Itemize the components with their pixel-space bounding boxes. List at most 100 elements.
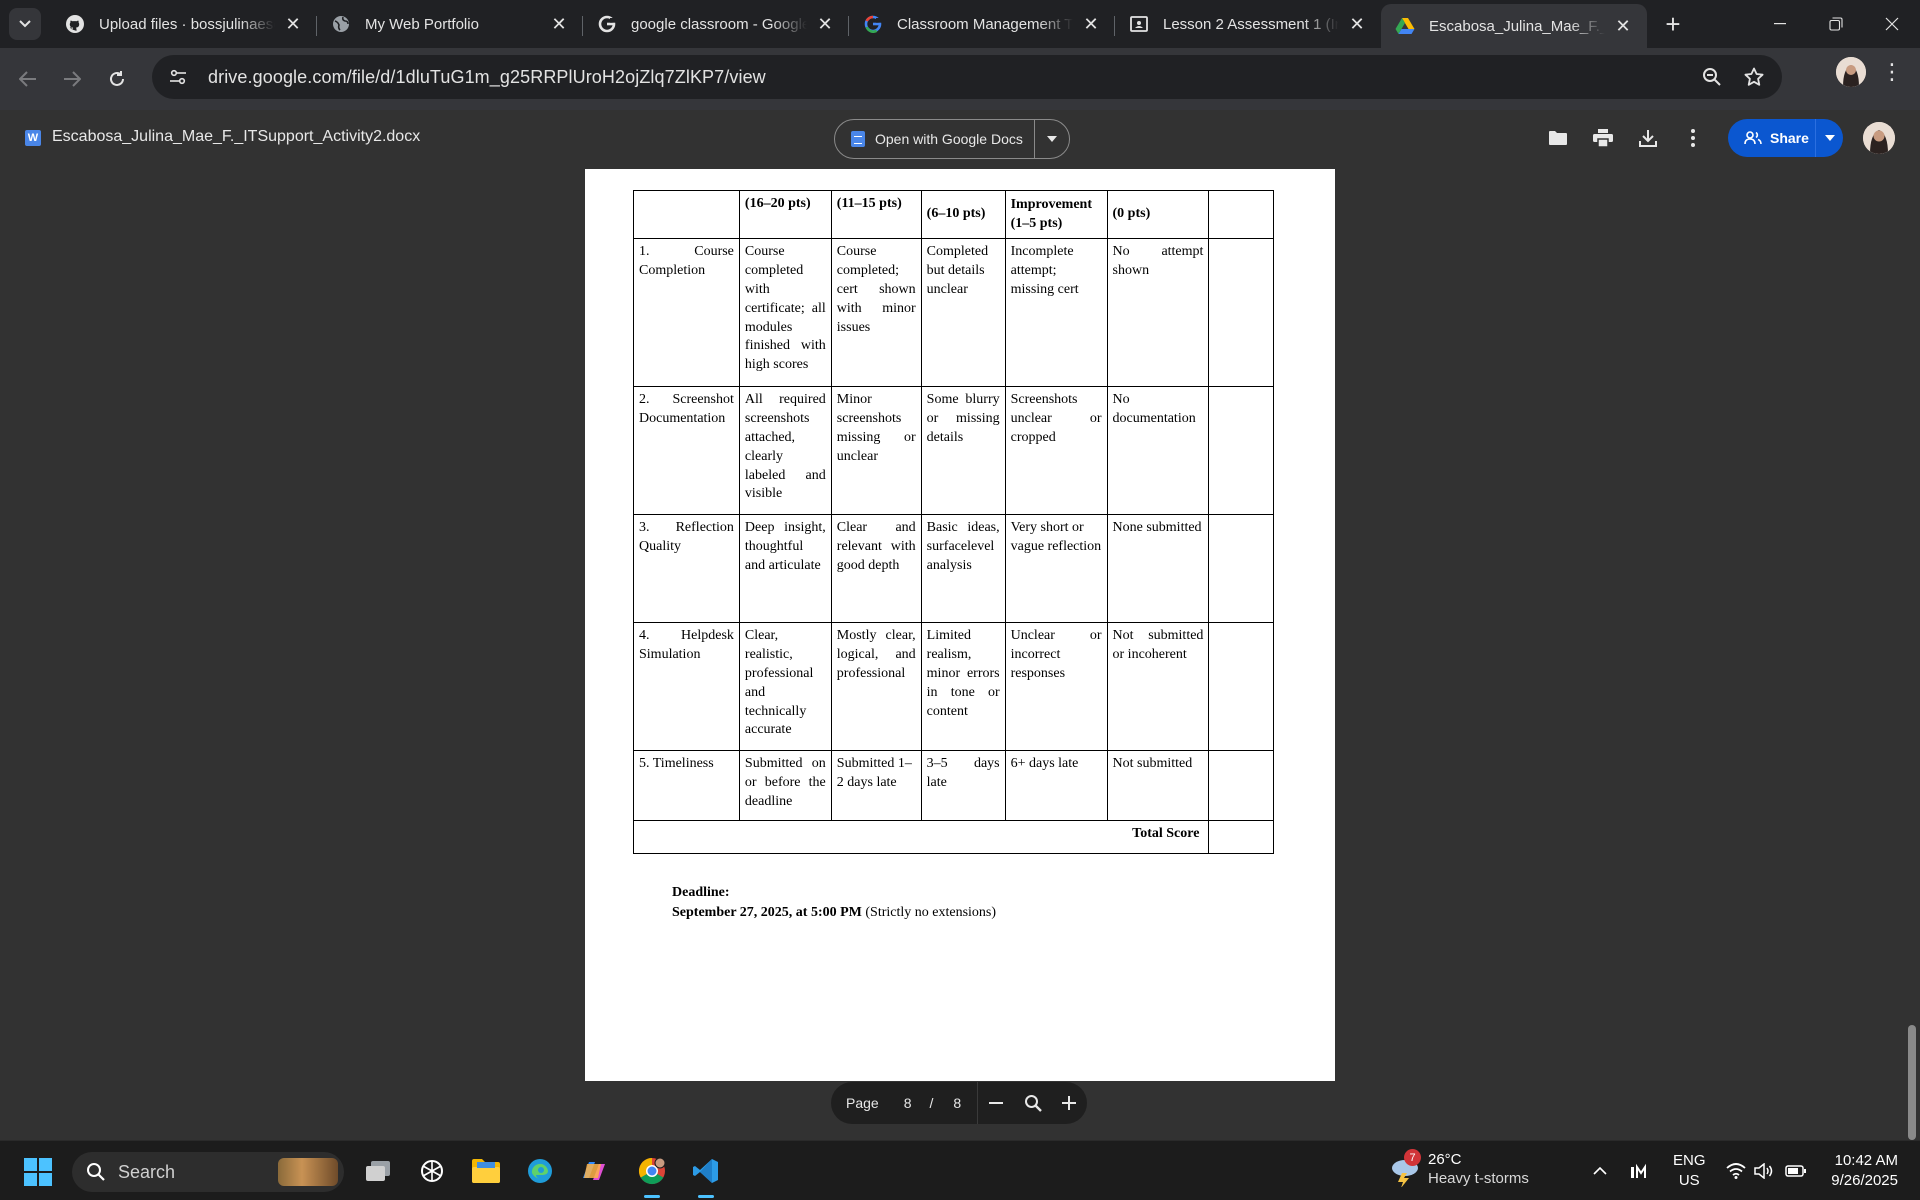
close-icon[interactable]: ✕ xyxy=(1081,14,1101,34)
tab-lesson-assessment[interactable]: Lesson 2 Assessment 1 (Ind ✕ xyxy=(1115,4,1381,44)
total-score-label: Total Score xyxy=(632,820,1210,854)
more-actions-icon[interactable] xyxy=(1673,118,1713,158)
close-window-icon[interactable] xyxy=(1864,0,1920,48)
open-with-button[interactable]: Open with Google Docs xyxy=(834,119,1070,159)
tab-classroom-management[interactable]: Classroom Management To ✕ xyxy=(849,4,1115,44)
language-indicator[interactable]: ENG US xyxy=(1673,1151,1706,1190)
site-info-icon[interactable] xyxy=(160,59,196,95)
edge-icon[interactable] xyxy=(522,1153,558,1189)
score-cell xyxy=(1208,750,1274,821)
tab-title: Lesson 2 Assessment 1 (Ind xyxy=(1163,15,1339,33)
close-icon[interactable]: ✕ xyxy=(283,14,303,34)
rubric-cell: No documentation xyxy=(1106,386,1210,515)
restore-icon[interactable] xyxy=(1808,0,1864,48)
current-page[interactable]: 8 xyxy=(904,1095,912,1111)
taskbar-search[interactable]: Search xyxy=(72,1152,344,1192)
zoom-out-button[interactable] xyxy=(978,1084,1014,1122)
share-dropdown[interactable] xyxy=(1816,135,1843,141)
rubric-cell: Limited realism, minor errors in tone or… xyxy=(920,622,1006,751)
rubric-table: (16–20 pts) (11–15 pts) (6–10 pts) Impro… xyxy=(632,190,1274,854)
start-button[interactable] xyxy=(24,1158,52,1186)
table-row: 5. Timeliness Submitted on or before the… xyxy=(633,750,1274,821)
minimize-icon[interactable] xyxy=(1752,0,1808,48)
copilot-icon[interactable] xyxy=(576,1153,612,1189)
tab-drive-file[interactable]: Escabosa_Julina_Mae_F._IT ✕ xyxy=(1381,4,1647,48)
rubric-cell: Submitted on or before the deadline xyxy=(738,750,832,821)
rubric-cell: Not submitted or incoherent xyxy=(1106,622,1210,751)
volume-icon[interactable] xyxy=(1752,1141,1776,1200)
total-row: Total Score xyxy=(632,820,1274,854)
score-cell xyxy=(1208,238,1274,387)
print-icon[interactable] xyxy=(1583,118,1623,158)
score-cell xyxy=(1208,386,1274,515)
vscode-icon[interactable] xyxy=(688,1153,724,1198)
address-bar[interactable]: drive.google.com/file/d/1dluTuG1m_g25RRP… xyxy=(152,55,1782,99)
profile-avatar[interactable] xyxy=(1836,57,1866,87)
battery-icon[interactable] xyxy=(1784,1141,1808,1200)
close-icon[interactable]: ✕ xyxy=(1347,14,1367,34)
window-controls xyxy=(1752,0,1920,48)
tab-github[interactable]: Upload files · bossjulinaesc ✕ xyxy=(51,4,317,44)
back-button[interactable] xyxy=(8,59,48,99)
tab-google-search[interactable]: google classroom - Google ✕ xyxy=(583,4,849,44)
tab-title: Classroom Management To xyxy=(897,15,1073,33)
search-highlight-image xyxy=(278,1158,338,1186)
omnibox-actions xyxy=(1694,59,1772,95)
criterion-cell: 2. Screenshot Documentation xyxy=(633,386,740,515)
add-to-drive-folder-icon[interactable] xyxy=(1538,118,1578,158)
people-icon xyxy=(1744,131,1762,145)
close-icon[interactable]: ✕ xyxy=(815,14,835,34)
table-row: 3. Reflection Quality Deep insight, thou… xyxy=(633,514,1274,623)
zoom-reset-button[interactable] xyxy=(1014,1084,1050,1122)
caret-down-icon xyxy=(1047,136,1057,142)
zoom-in-button[interactable] xyxy=(1051,1084,1087,1122)
header-cell: Improvement (1–5 pts) xyxy=(1004,190,1108,239)
reload-button[interactable] xyxy=(97,59,137,99)
file-explorer-icon[interactable] xyxy=(468,1153,504,1189)
score-cell xyxy=(1208,514,1274,623)
zoom-icon[interactable] xyxy=(1694,59,1730,95)
close-icon[interactable]: ✕ xyxy=(1613,16,1633,36)
plus-icon xyxy=(1061,1096,1076,1110)
tab-search-button[interactable] xyxy=(9,8,41,40)
task-view-icon[interactable] xyxy=(360,1153,396,1189)
table-row: 4. Helpdesk Simulation Clear, realistic,… xyxy=(633,622,1274,751)
bookmark-star-icon[interactable] xyxy=(1736,59,1772,95)
close-icon[interactable]: ✕ xyxy=(549,14,569,34)
viewer-scrollbar[interactable] xyxy=(1908,1025,1916,1140)
rubric-cell: Unclear or incorrect responses xyxy=(1004,622,1108,751)
rubric-cell: 6+ days late xyxy=(1004,750,1108,821)
download-icon[interactable] xyxy=(1628,118,1668,158)
url-text[interactable]: drive.google.com/file/d/1dluTuG1m_g25RRP… xyxy=(208,67,766,88)
chrome-taskbar-icon[interactable] xyxy=(634,1153,670,1198)
new-tab-button[interactable]: + xyxy=(1657,8,1689,40)
total-pages: 8 xyxy=(953,1095,962,1111)
browser-menu-icon[interactable]: ⋮ xyxy=(1874,54,1910,90)
forward-button[interactable] xyxy=(52,59,92,99)
deadline-note: (Strictly no extensions) xyxy=(861,904,997,920)
total-score-cell xyxy=(1208,820,1274,854)
magnifier-icon xyxy=(1024,1095,1042,1112)
share-main-button[interactable]: Share xyxy=(1728,119,1816,157)
show-hidden-icons-chevron[interactable] xyxy=(1588,1141,1612,1200)
weather-widget[interactable]: 7 26°C Heavy t-storms xyxy=(1388,1149,1538,1193)
page-separator: / xyxy=(929,1095,934,1111)
chatgpt-icon[interactable] xyxy=(414,1153,450,1189)
account-avatar[interactable] xyxy=(1863,122,1895,154)
rubric-cell: Screenshots unclear or cropped xyxy=(1004,386,1108,515)
tab-title: Upload files · bossjulinaesc xyxy=(99,15,275,33)
chevron-down-icon xyxy=(19,20,31,28)
rubric-cell: Deep insight, thoughtful and articulate xyxy=(738,514,832,623)
open-with-dropdown[interactable] xyxy=(1035,136,1069,142)
open-with-google-docs[interactable]: Open with Google Docs xyxy=(835,120,1035,158)
rubric-cell: Not submitted xyxy=(1106,750,1210,821)
windows-taskbar: Search 7 26°C Heavy t-storms ENG US 10:4… xyxy=(0,1140,1920,1200)
share-button[interactable]: Share xyxy=(1728,119,1843,157)
tab-portfolio[interactable]: My Web Portfolio ✕ xyxy=(317,4,583,44)
input-indicator-icon[interactable] xyxy=(1628,1141,1652,1200)
wifi-icon[interactable] xyxy=(1724,1141,1748,1200)
deadline-block: Deadline: September 27, 2025, at 5:00 PM… xyxy=(672,883,996,922)
clock[interactable]: 10:42 AM 9/26/2025 xyxy=(1831,1151,1898,1190)
rubric-cell: Very short or vague reflection xyxy=(1004,514,1108,623)
google-icon xyxy=(863,14,883,34)
